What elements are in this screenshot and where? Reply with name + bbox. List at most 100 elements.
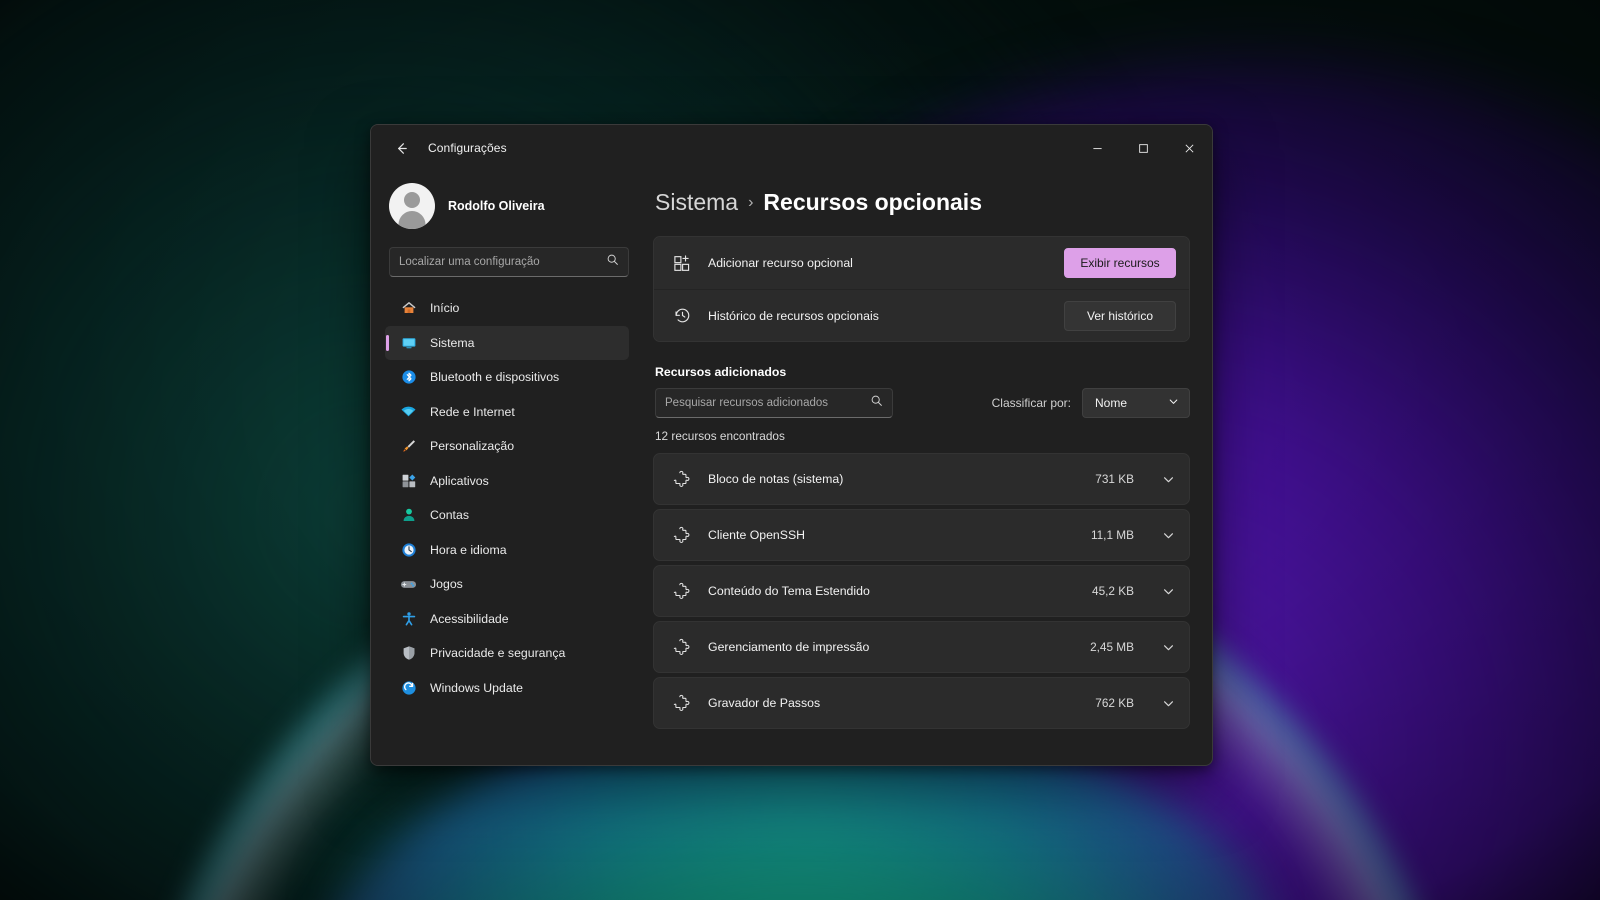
back-button[interactable] — [383, 132, 419, 164]
sidebar-item-hora-e-idioma[interactable]: Hora e idioma — [385, 533, 629, 568]
sort-value: Nome — [1095, 396, 1128, 410]
sidebar: Rodolfo Oliveira Localizar uma configura… — [371, 171, 643, 765]
sidebar-item-label: Jogos — [430, 577, 463, 592]
action-card-group: Adicionar recurso opcional Exibir recurs… — [653, 236, 1190, 342]
person-icon — [400, 507, 417, 524]
sidebar-item-sistema[interactable]: Sistema — [385, 325, 629, 360]
sidebar-item-label: Início — [430, 301, 460, 316]
add-feature-label: Adicionar recurso opcional — [708, 256, 853, 270]
sort-label: Classificar por: — [991, 396, 1071, 410]
settings-window: Configurações Rodolfo Oliveira Localizar… — [370, 124, 1213, 766]
avatar — [389, 183, 435, 229]
titlebar: Configurações — [371, 125, 1212, 171]
window-controls — [1074, 125, 1212, 171]
feature-size: 45,2 KB — [1092, 584, 1134, 598]
puzzle-icon — [672, 694, 692, 712]
sidebar-item-inicio[interactable]: Início — [385, 291, 629, 326]
sidebar-item-label: Aplicativos — [430, 473, 489, 488]
sidebar-item-label: Bluetooth e dispositivos — [430, 370, 560, 385]
sidebar-item-jogos[interactable]: Jogos — [385, 567, 629, 602]
close-button[interactable] — [1166, 125, 1212, 171]
sidebar-item-personalizacao[interactable]: Personalização — [385, 429, 629, 464]
sort-control: Classificar por: Nome — [992, 388, 1190, 418]
sidebar-item-privacidade-e-seguranca[interactable]: Privacidade e segurança — [385, 636, 629, 671]
feature-name: Gerenciamento de impressão — [708, 640, 870, 654]
profile-section[interactable]: Rodolfo Oliveira — [385, 171, 629, 235]
window-body: Rodolfo Oliveira Localizar uma configura… — [371, 171, 1212, 765]
sidebar-item-contas[interactable]: Contas — [385, 498, 629, 533]
feature-name: Cliente OpenSSH — [708, 528, 806, 542]
close-icon — [1185, 144, 1193, 152]
sidebar-item-label: Rede e Internet — [430, 404, 515, 419]
minimize-icon — [1092, 147, 1102, 149]
wifi-icon — [400, 403, 417, 420]
added-features-search[interactable] — [655, 388, 893, 418]
feature-history-label: Histórico de recursos opcionais — [708, 308, 879, 323]
bluetooth-icon — [400, 369, 417, 386]
minimize-button[interactable] — [1074, 125, 1120, 171]
feature-size: 731 KB — [1095, 472, 1134, 486]
feature-row[interactable]: Bloco de notas (sistema) 731 KB — [653, 453, 1190, 505]
feature-row[interactable]: Conteúdo do Tema Estendido 45,2 KB — [653, 565, 1190, 617]
view-history-button[interactable]: Ver histórico — [1064, 300, 1176, 331]
clock-icon — [400, 541, 417, 558]
view-features-button[interactable]: Exibir recursos — [1064, 248, 1176, 278]
sidebar-item-label: Privacidade e segurança — [430, 646, 566, 661]
paintbrush-icon — [400, 438, 417, 455]
puzzle-icon — [672, 582, 692, 600]
shield-icon — [400, 645, 417, 662]
feature-size: 762 KB — [1095, 696, 1134, 710]
feature-history-row: Histórico de recursos opcionais Ver hist… — [654, 289, 1189, 341]
sidebar-item-label: Sistema — [430, 335, 475, 350]
avatar-head — [404, 192, 420, 208]
search-input[interactable] — [399, 256, 606, 268]
search-icon — [606, 253, 619, 271]
breadcrumb: Sistema › Recursos opcionais — [655, 189, 1190, 216]
puzzle-icon — [672, 638, 692, 656]
avatar-body — [398, 211, 426, 229]
sort-dropdown[interactable]: Nome — [1082, 388, 1190, 418]
added-features-search-input[interactable] — [665, 397, 870, 409]
added-features-list: Bloco de notas (sistema) 731 KB Cliente … — [653, 453, 1190, 729]
update-icon — [400, 679, 417, 696]
search-icon — [870, 394, 883, 412]
sidebar-item-rede-e-internet[interactable]: Rede e Internet — [385, 395, 629, 430]
feature-name: Bloco de notas (sistema) — [708, 472, 844, 486]
history-icon — [672, 306, 692, 325]
home-icon — [400, 300, 417, 317]
sidebar-item-windows-update[interactable]: Windows Update — [385, 671, 629, 706]
added-features-title: Recursos adicionados — [655, 365, 787, 379]
feature-row[interactable]: Gravador de Passos 762 KB — [653, 677, 1190, 729]
feature-row[interactable]: Gerenciamento de impressão 2,45 MB — [653, 621, 1190, 673]
add-optional-feature-row: Adicionar recurso opcional Exibir recurs… — [654, 237, 1189, 289]
chevron-down-icon[interactable] — [1162, 473, 1175, 486]
sidebar-nav: Início Sistema Bluetooth e dispositivos … — [385, 291, 629, 705]
maximize-button[interactable] — [1120, 125, 1166, 171]
sidebar-item-aplicativos[interactable]: Aplicativos — [385, 464, 629, 499]
chevron-down-icon[interactable] — [1162, 697, 1175, 710]
feature-filter-row: Classificar por: Nome — [655, 388, 1190, 418]
page-title: Recursos opcionais — [763, 189, 982, 215]
settings-search[interactable] — [389, 247, 629, 277]
puzzle-icon — [672, 526, 692, 544]
monitor-icon — [400, 334, 417, 351]
puzzle-icon — [672, 470, 692, 488]
sidebar-item-label: Acessibilidade — [430, 611, 509, 626]
gamepad-icon — [400, 576, 417, 593]
accessibility-icon — [400, 610, 417, 627]
breadcrumb-parent[interactable]: Sistema — [655, 189, 738, 216]
chevron-down-icon[interactable] — [1162, 641, 1175, 654]
feature-row[interactable]: Cliente OpenSSH 11,1 MB — [653, 509, 1190, 561]
sidebar-item-acessibilidade[interactable]: Acessibilidade — [385, 602, 629, 637]
maximize-icon — [1138, 143, 1148, 153]
apps-icon — [400, 472, 417, 489]
chevron-down-icon[interactable] — [1162, 529, 1175, 542]
chevron-down-icon[interactable] — [1162, 585, 1175, 598]
sidebar-item-label: Windows Update — [430, 680, 523, 695]
sidebar-item-label: Personalização — [430, 439, 515, 454]
sidebar-item-label: Hora e idioma — [430, 542, 507, 557]
chevron-down-icon — [1168, 396, 1179, 410]
sidebar-item-bluetooth-e-dispositivos[interactable]: Bluetooth e dispositivos — [385, 360, 629, 395]
back-arrow-icon — [397, 142, 407, 154]
sidebar-item-label: Contas — [430, 508, 469, 523]
